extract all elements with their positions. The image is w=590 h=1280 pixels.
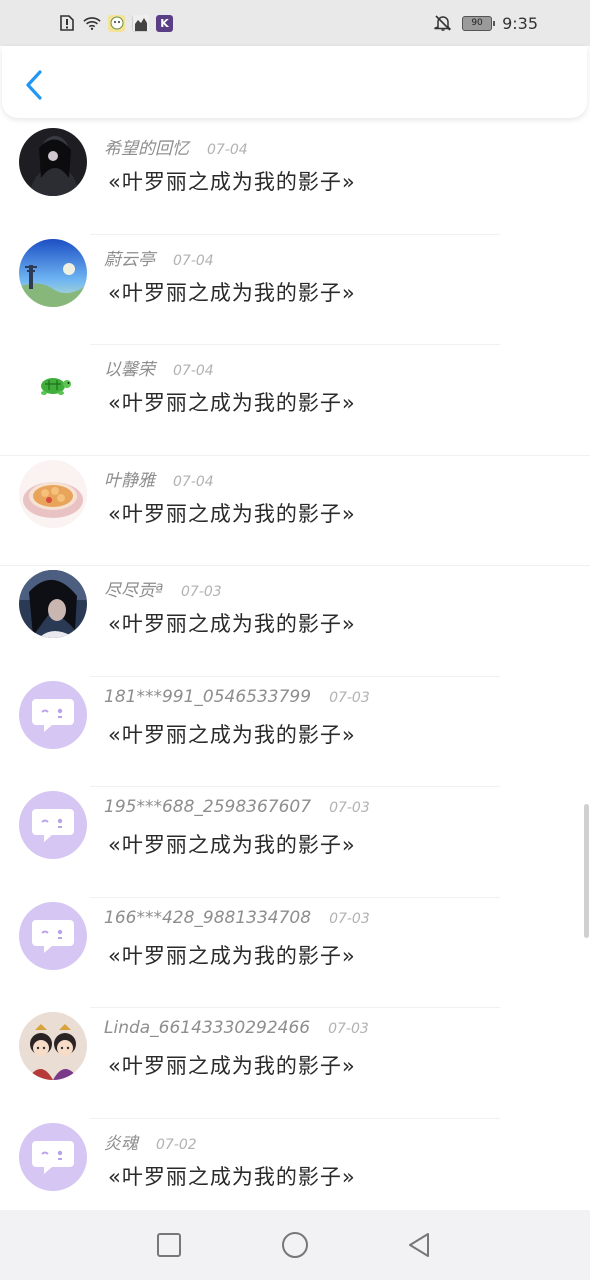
avatar[interactable] <box>19 238 87 307</box>
list-item[interactable]: 蔚云亭 07-04 «叶罗丽之成为我的影子» <box>0 235 590 345</box>
recent-apps-button[interactable] <box>154 1230 184 1260</box>
message-text: «叶罗丽之成为我的影子» <box>108 612 356 636</box>
avatar[interactable] <box>19 680 87 749</box>
list-item[interactable]: 以馨荣 07-04 «叶罗丽之成为我的影子» <box>0 345 590 456</box>
message-text: «叶罗丽之成为我的影子» <box>108 1164 356 1189</box>
system-nav-bar <box>0 1210 590 1280</box>
notification-avatar-icon <box>132 14 149 32</box>
circle-icon <box>282 1232 308 1258</box>
back-button[interactable] <box>20 68 50 102</box>
avatar[interactable] <box>19 791 87 859</box>
date: 07-03 <box>329 689 370 706</box>
avatar[interactable] <box>19 901 87 970</box>
date: 07-02 <box>156 1136 197 1153</box>
k-app-icon: K <box>156 14 173 32</box>
status-icons-left: K <box>58 12 173 34</box>
chat-bubble-icon <box>32 809 74 842</box>
date: 07-04 <box>173 473 214 490</box>
avatar[interactable] <box>19 459 87 528</box>
date: 07-03 <box>329 910 370 927</box>
notification-app-icon <box>108 14 125 32</box>
username: 195***688_2598367607 <box>104 797 312 817</box>
status-bar: K 90 9:35 <box>0 0 590 46</box>
chat-bubble-icon <box>32 919 74 953</box>
date: 07-04 <box>207 142 248 158</box>
username: 以馨荣 <box>104 360 155 380</box>
username: 希望的回忆 <box>104 139 189 159</box>
alert-icon <box>58 14 76 32</box>
message-text: «叶罗丽之成为我的影子» <box>108 170 356 194</box>
battery-indicator: 90 <box>462 15 496 31</box>
chat-bubble-icon <box>32 1140 74 1174</box>
date: 07-03 <box>181 584 222 600</box>
message-text: «叶罗丽之成为我的影子» <box>108 501 356 526</box>
turtle-icon <box>19 349 87 417</box>
date: 07-04 <box>173 363 214 379</box>
username: 蔚云亭 <box>104 249 155 270</box>
username: 166***428_9881334708 <box>104 907 312 928</box>
date: 07-04 <box>173 252 214 269</box>
chevron-left-icon <box>26 70 42 100</box>
avatar[interactable] <box>19 1012 87 1080</box>
triangle-back-icon <box>409 1233 429 1257</box>
message-list: 希望的回忆 07-04 «叶罗丽之成为我的影子» 蔚云亭 07-04 «叶罗丽之成为… <box>0 124 590 1229</box>
square-icon <box>157 1233 181 1257</box>
username: 炎魂 <box>104 1133 138 1154</box>
clock: 9:35 <box>502 13 538 33</box>
list-item[interactable]: 叶静雅 07-04 «叶罗丽之成为我的影子» <box>0 456 590 566</box>
back-nav-button[interactable] <box>404 1230 434 1260</box>
avatar[interactable] <box>19 349 87 417</box>
message-text: «叶罗丽之成为我的影子» <box>108 943 356 968</box>
message-text: «叶罗丽之成为我的影子» <box>108 391 356 415</box>
avatar[interactable] <box>19 570 87 638</box>
chat-bubble-icon <box>32 698 74 732</box>
bell-off-icon <box>434 14 452 32</box>
list-item[interactable]: Linda_66143330292466 07-03 «叶罗丽之成为我的影子» <box>0 1008 590 1119</box>
home-button[interactable] <box>280 1230 310 1260</box>
date: 07-03 <box>328 1021 369 1037</box>
username: Linda_66143330292466 <box>104 1018 311 1038</box>
avatar[interactable] <box>19 1122 87 1191</box>
wifi-icon <box>83 14 101 32</box>
list-item[interactable]: 尽尽贡ª 07-03 «叶罗丽之成为我的影子» <box>0 566 590 677</box>
message-text: «叶罗丽之成为我的影子» <box>108 722 356 747</box>
message-text: «叶罗丽之成为我的影子» <box>108 833 356 857</box>
message-text: «叶罗丽之成为我的影子» <box>108 1054 356 1078</box>
avatar[interactable] <box>19 128 87 196</box>
top-header <box>2 46 587 118</box>
status-icons-right: 90 9:35 <box>434 12 538 34</box>
message-text: «叶罗丽之成为我的影子» <box>108 280 356 305</box>
list-item[interactable]: 166***428_9881334708 07-03 «叶罗丽之成为我的影子» <box>0 898 590 1008</box>
list-item[interactable]: 希望的回忆 07-04 «叶罗丽之成为我的影子» <box>0 124 590 235</box>
username: 尽尽贡ª <box>104 581 164 601</box>
list-item[interactable]: 195***688_2598367607 07-03 «叶罗丽之成为我的影子» <box>0 787 590 898</box>
list-item[interactable]: 181***991_0546533799 07-03 «叶罗丽之成为我的影子» <box>0 677 590 787</box>
scrollbar[interactable] <box>584 804 589 938</box>
username: 叶静雅 <box>104 470 155 491</box>
username: 181***991_0546533799 <box>104 686 312 707</box>
date: 07-03 <box>329 800 370 816</box>
